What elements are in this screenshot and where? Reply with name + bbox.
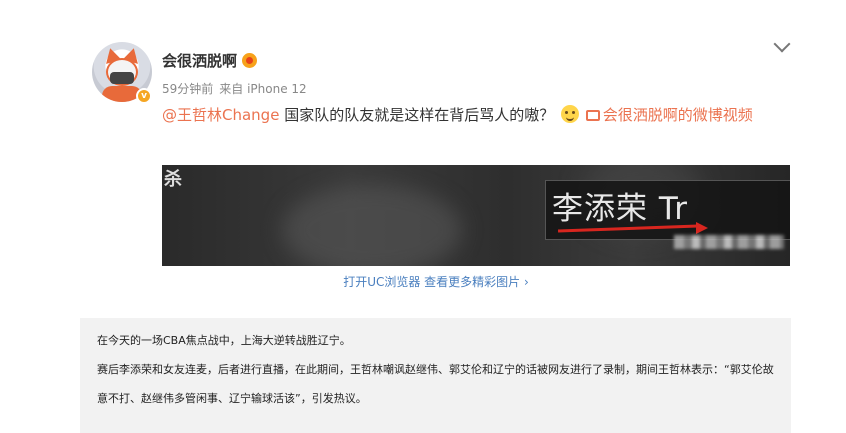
smile-emoji-icon [561,105,579,123]
post-text: @王哲林Change 国家队的队友就是这样在背后骂人的嗷？ 会很洒脱啊的微博视频 [162,102,788,128]
video-link-label: 会很洒脱啊的微博视频 [602,106,753,124]
red-arrow-head-icon [696,222,708,234]
avatar-mask [110,72,134,84]
blurred-watermark [674,235,784,249]
video-shade [282,185,462,266]
video-link-icon [585,110,600,121]
post-body: 国家队的队友就是这样在背后骂人的嗷？ [279,106,555,124]
article-paragraph: 赛后李添荣和女友连麦，后者进行直播，在此期间，王哲林嘲讽赵继伟、郭艾伦和辽宁的话… [97,363,774,405]
username[interactable]: 会很洒脱啊 [162,52,237,70]
mention-link[interactable]: @王哲林Change [162,106,279,124]
video-name-card-text: 李添荣 Tr [552,191,688,227]
article-paragraph: 在今天的一场CBA焦点战中，上海大逆转战胜辽宁。 [97,334,351,347]
video-thumbnail[interactable]: 杀 李添荣 Tr [162,165,790,266]
username-row[interactable]: 会很洒脱啊 [162,50,258,71]
post-time[interactable]: 59分钟前 [162,82,213,96]
level-badge-icon[interactable] [242,53,258,68]
video-top-char: 杀 [164,169,182,190]
video-link[interactable]: 会很洒脱啊的微博视频 [585,106,753,124]
post-meta: 59分钟前 来自 iPhone 12 [162,80,307,97]
weibo-post: v 会很洒脱啊 59分钟前 来自 iPhone 12 @王哲林Change 国家队… [80,28,792,300]
open-browser-link[interactable]: 打开UC浏览器 查看更多精彩图片 › [80,273,792,290]
article-body: 在今天的一场CBA焦点战中，上海大逆转战胜辽宁。 赛后李添荣和女友连麦，后者进行… [80,318,791,433]
chevron-down-icon[interactable] [773,35,791,53]
post-source: 来自 iPhone 12 [219,82,307,96]
verified-badge-icon: v [136,88,152,104]
